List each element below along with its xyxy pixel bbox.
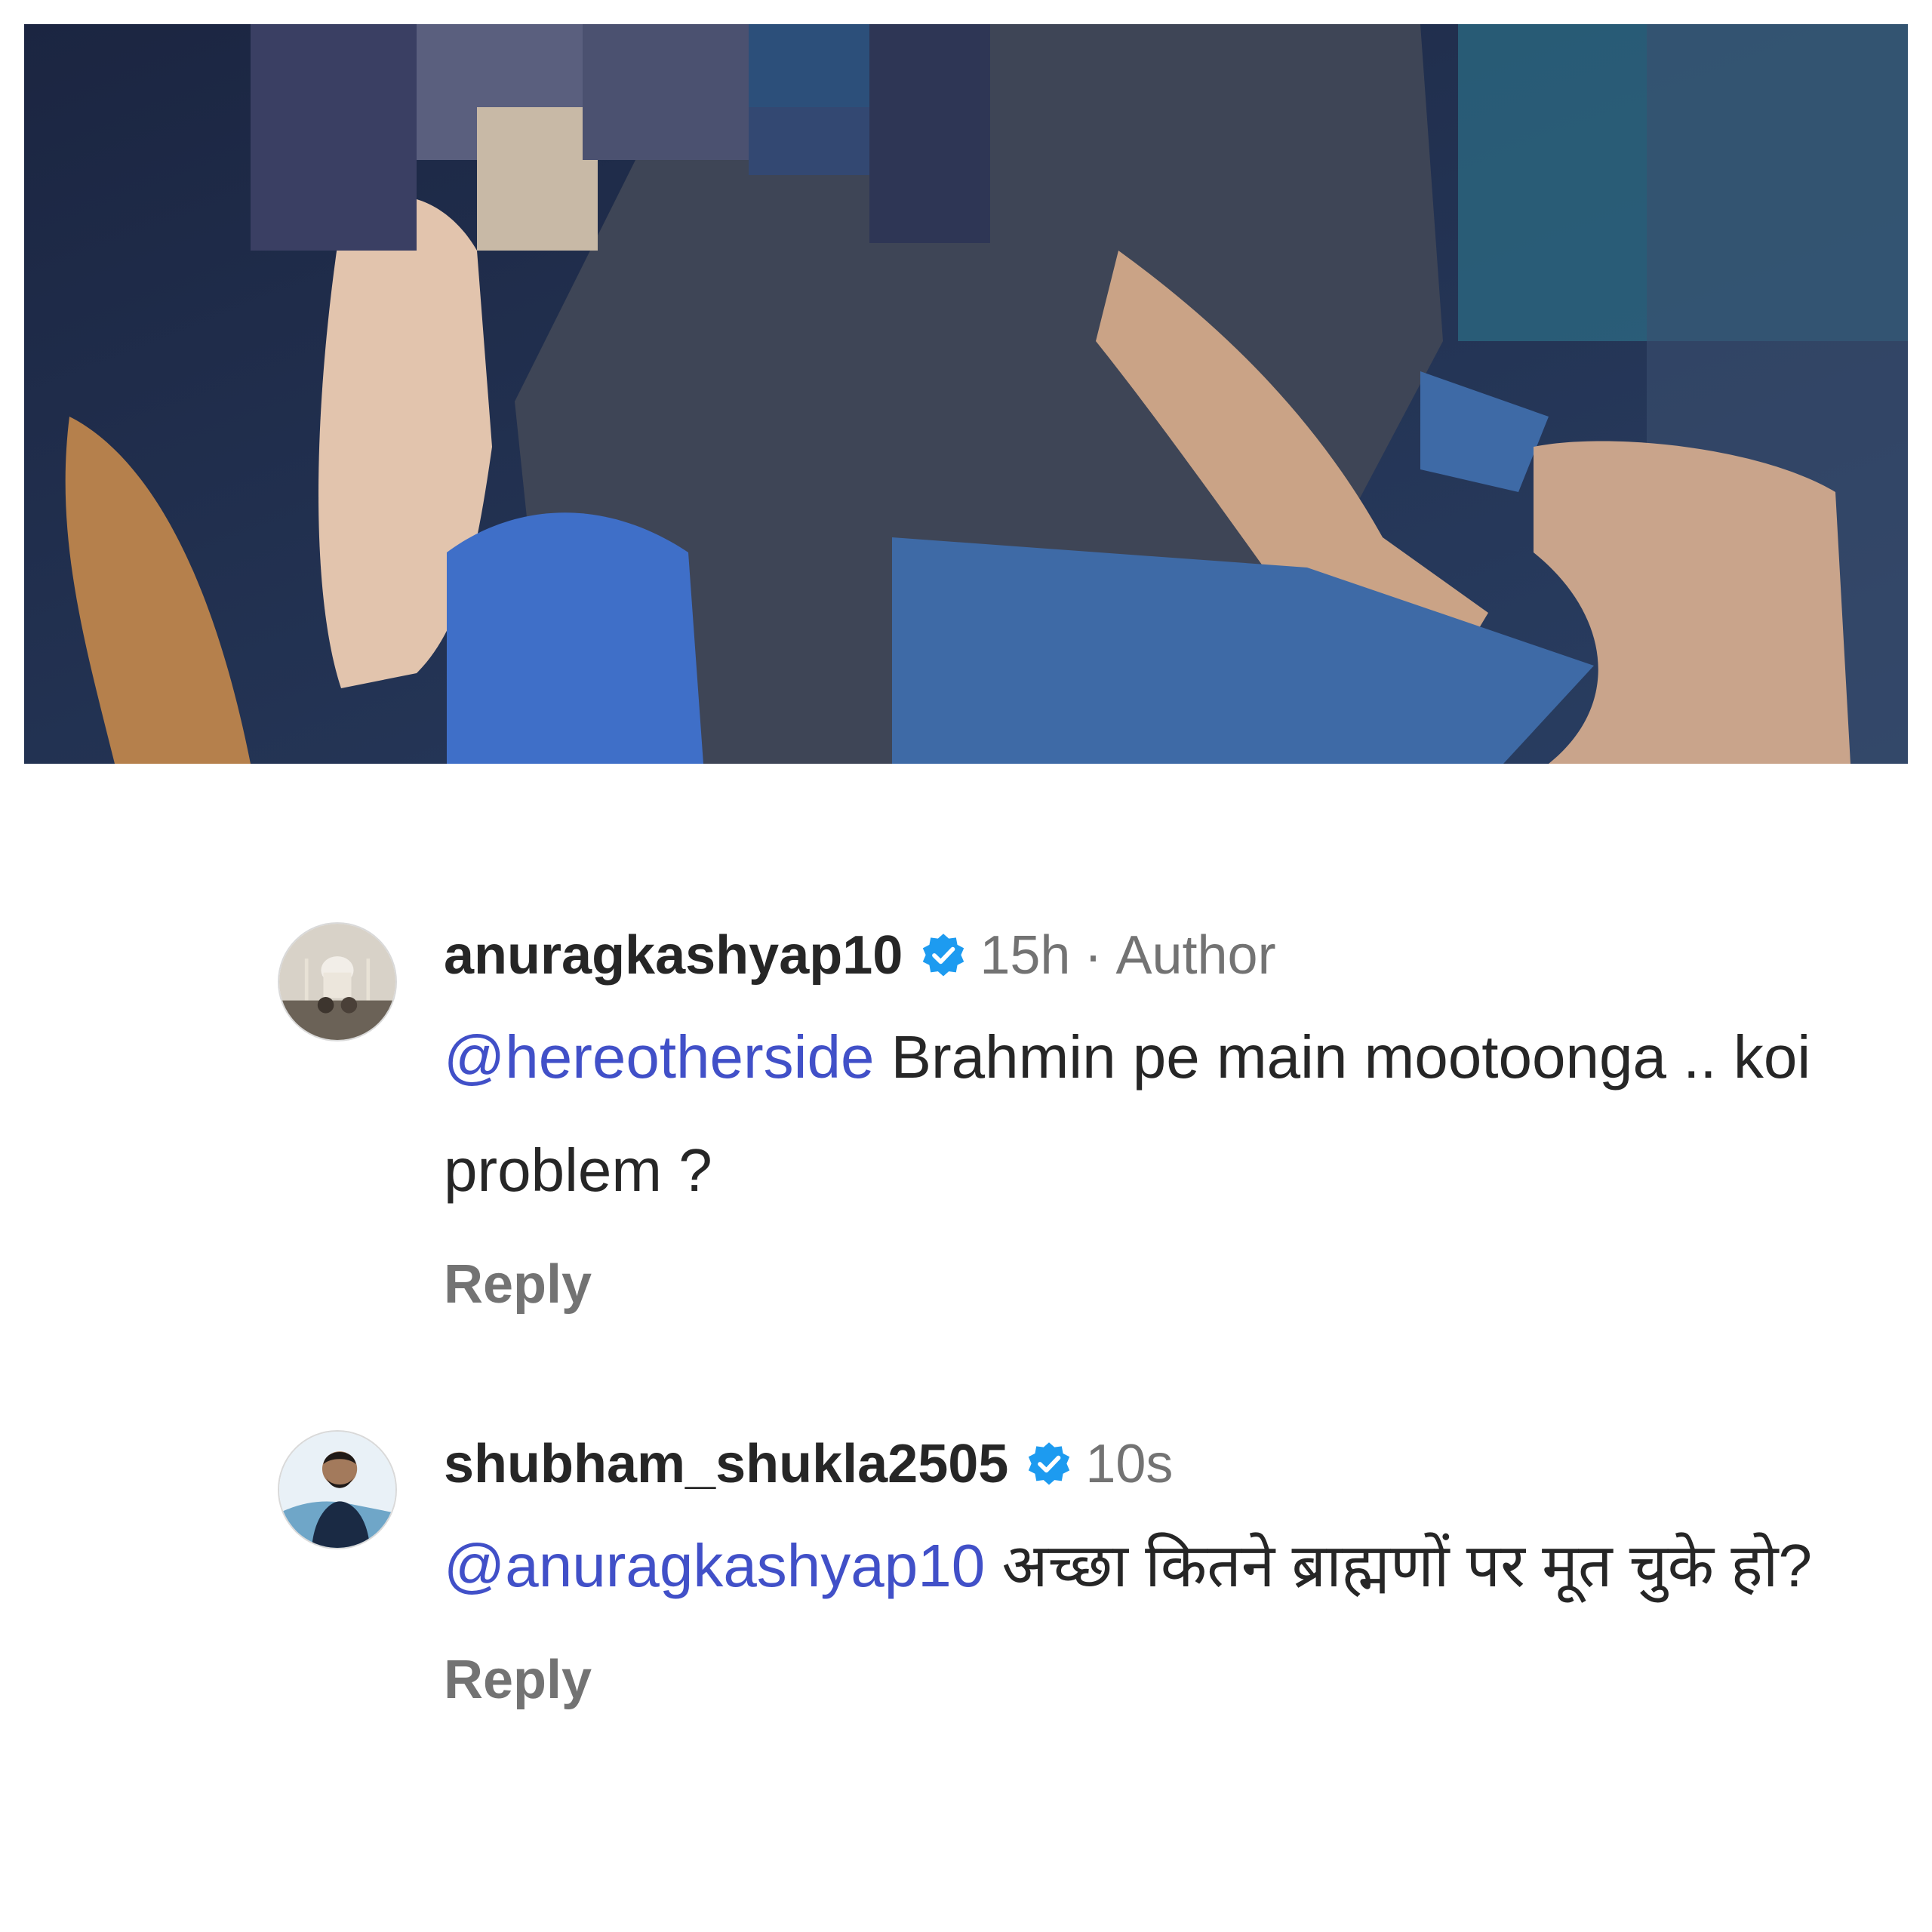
user-avatar[interactable] — [278, 922, 397, 1041]
comment-text: @hereotherside Brahmin pe main mootoonga… — [444, 1001, 1819, 1227]
post-photo — [24, 24, 1908, 764]
comment-timestamp: 10s — [1085, 1434, 1174, 1494]
avatar-photo-person — [279, 1432, 395, 1548]
verified-badge-icon — [1025, 1440, 1073, 1488]
comment-timestamp: 15h — [980, 925, 1071, 986]
user-avatar[interactable] — [278, 1430, 397, 1549]
mention-link[interactable]: @anuragkashyap10 — [444, 1532, 985, 1599]
reply-button[interactable]: Reply — [444, 1644, 1819, 1716]
reply-button[interactable]: Reply — [444, 1248, 1819, 1321]
verified-badge-icon — [919, 931, 968, 980]
mention-link[interactable]: @hereotherside — [444, 1023, 874, 1091]
comment-username[interactable]: anuragkashyap10 — [444, 919, 903, 992]
comment-username[interactable]: shubham_shukla2505 — [444, 1428, 1008, 1500]
comment-body: अच्छा कितने ब्राह्मणों पर मूत चुके हो? — [1001, 1532, 1812, 1599]
avatar-photo-monument — [279, 924, 395, 1040]
meta-separator: · — [1084, 925, 1103, 986]
author-tag: Author — [1115, 925, 1276, 986]
comment-text: @anuragkashyap10 अच्छा कितने ब्राह्मणों … — [444, 1509, 1819, 1623]
